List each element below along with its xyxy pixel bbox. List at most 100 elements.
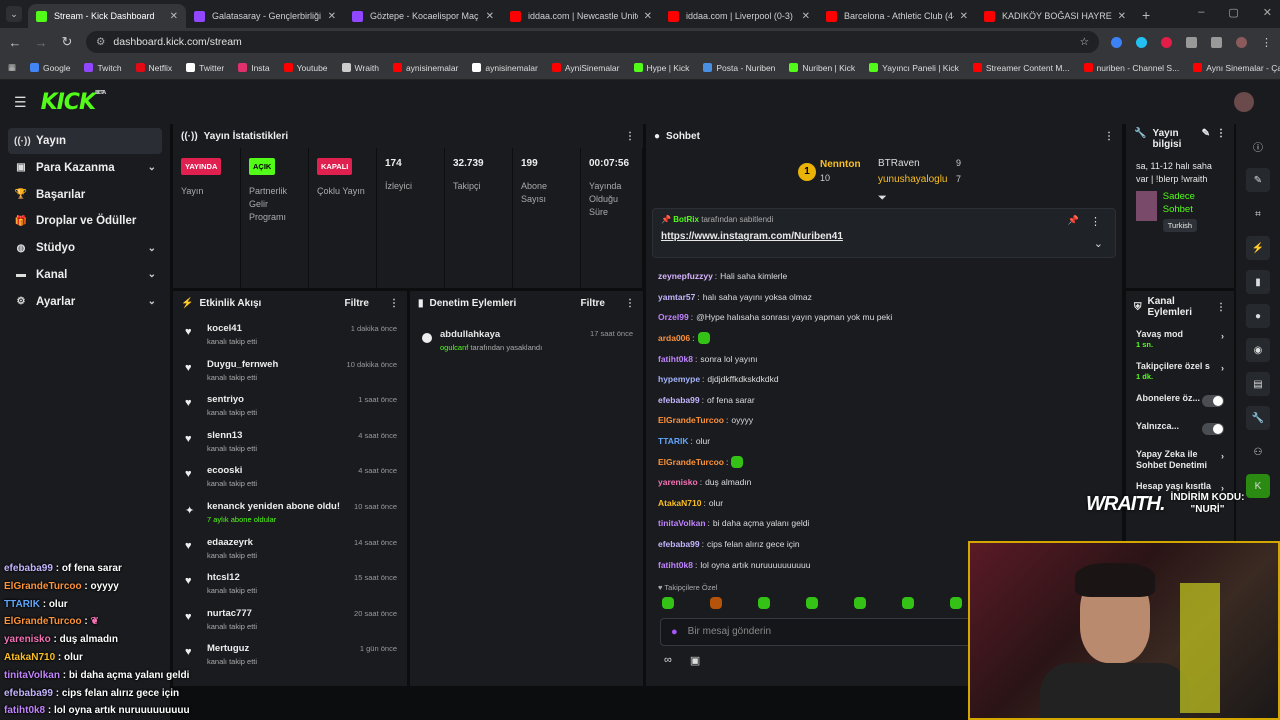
menu-dots-icon[interactable]: ⋮ [1261, 36, 1272, 49]
chat-message[interactable]: AtakaN710: olur [646, 493, 1122, 514]
emote[interactable] [662, 596, 674, 609]
bookmark-item[interactable]: Streamer Content M... [972, 63, 1070, 73]
info-icon[interactable]: ⓘ [1246, 134, 1270, 158]
browser-tab[interactable]: Göztepe - Kocaelispor Maç Öz ✕ [344, 4, 502, 28]
moderation-filter-button[interactable]: Filtre [581, 298, 605, 309]
store-icon[interactable]: ▣ [690, 654, 700, 667]
pinned-menu-icon[interactable]: ⋮ [1090, 215, 1101, 228]
tab-search-button[interactable]: ⌄ [6, 6, 22, 22]
sidebar-item-channel[interactable]: ▬ Kanal ⌄ [8, 262, 162, 288]
sidebar-item-money[interactable]: ▣ Para Kazanma ⌄ [8, 155, 162, 181]
media-icon[interactable] [1211, 36, 1222, 48]
chevron-down-icon[interactable]: ⌄ [148, 243, 156, 254]
browser-tab[interactable]: KADIKÖY BOĞASI HAYRETTİN ✕ [976, 4, 1134, 28]
chevron-down-icon[interactable]: ⌄ [1094, 237, 1103, 250]
scan-icon[interactable]: ⌗ [1246, 202, 1270, 226]
bolt-icon[interactable]: ⚡ [1246, 236, 1270, 260]
collapse-icon[interactable]: ⏷ [878, 192, 887, 205]
activity-menu-button[interactable]: ⋮ [389, 298, 399, 309]
bookmark-item[interactable]: Twitter [186, 63, 224, 73]
tab-close-icon[interactable]: ✕ [960, 11, 968, 22]
chat-message[interactable]: yamtar57: halı saha yayını yoksa olmaz [646, 287, 1122, 308]
bookmark-item[interactable]: Aynı Sinemalar - Ça... [1193, 63, 1280, 73]
bookmark-item[interactable]: AyniSinemalar [551, 63, 620, 73]
chat-message[interactable]: ElGrandeTurcoo: [646, 451, 1122, 472]
file-icon[interactable]: ▮ [1246, 270, 1270, 294]
browser-tab[interactable]: iddaa.com | Liverpool (0-3) Not ✕ [660, 4, 818, 28]
activity-item[interactable]: ♥ sentriyo kanalı takip etti 1 saat önce [173, 389, 407, 425]
chat-username[interactable]: efebaba99 [658, 539, 700, 549]
sidebar-item-gift[interactable]: 🎁 Droplar ve Ödüller [8, 208, 162, 234]
chat-username[interactable]: yarenisko [658, 477, 698, 487]
bookmark-item[interactable]: Insta [238, 63, 270, 73]
extension-icon[interactable] [1111, 36, 1122, 48]
extension-icon[interactable] [1136, 36, 1147, 48]
chat-message[interactable]: zeynepfuzzyy: Hali saha kimlerle [646, 266, 1122, 287]
chevron-down-icon[interactable]: ⌄ [148, 269, 156, 280]
users-icon[interactable]: ⚇ [1246, 440, 1270, 464]
hamburger-icon[interactable]: ☰ [14, 94, 27, 111]
toggle-switch[interactable] [1202, 423, 1224, 435]
chat-message[interactable]: Orzel99: @Hype halısaha sonrası yayın yap… [646, 307, 1122, 328]
chevron-down-icon[interactable]: ⌄ [148, 296, 156, 307]
bookmark-item[interactable]: Nuriben | Kick [789, 63, 855, 73]
chevron-down-icon[interactable]: ⌄ [148, 162, 156, 173]
apps-icon[interactable]: ▦ [8, 62, 16, 73]
unpin-icon[interactable]: 📌 [1068, 215, 1079, 226]
site-info-icon[interactable]: ⚙ [96, 36, 105, 48]
activity-item[interactable]: ♥ ecooski kanalı takip etti 4 saat önce [173, 460, 407, 496]
user-avatar[interactable] [1234, 92, 1254, 112]
chat-message[interactable]: efebaba99: of fena sarar [646, 390, 1122, 411]
edit-icon[interactable]: ✎ [1202, 128, 1210, 139]
channel-action-item[interactable]: Yalnızca... [1126, 415, 1234, 443]
chat-message[interactable]: arda006: [646, 328, 1122, 349]
chat-message[interactable]: TTARIK: olur [646, 431, 1122, 452]
emote[interactable] [710, 596, 722, 609]
channel-action-item[interactable]: Takipçilere özel s1 dk. › [1126, 355, 1234, 387]
chat-username[interactable]: tinitaVolkan [658, 518, 706, 528]
profile-icon[interactable] [1236, 36, 1247, 48]
channel-action-item[interactable]: Yavaş mod 1 sn. › [1126, 323, 1234, 355]
chat-username[interactable]: yamtar57 [658, 292, 695, 302]
moderation-item[interactable]: abdullahkaya ogulcanf tarafından yasakla… [410, 315, 643, 352]
chat-username[interactable]: hypemype [658, 374, 700, 384]
edit-icon[interactable]: ✎ [1246, 168, 1270, 192]
browser-tab[interactable]: Stream - Kick Dashboard ✕ [28, 4, 186, 28]
emote[interactable] [854, 596, 866, 609]
chat-menu-button[interactable]: ⋮ [1104, 131, 1114, 142]
tab-close-icon[interactable]: ✕ [486, 11, 494, 22]
new-tab-button[interactable]: + [1142, 7, 1150, 23]
close-window-button[interactable]: ✕ [1263, 6, 1272, 19]
mic-icon[interactable]: ● [671, 626, 678, 638]
browser-tab[interactable]: Barcelona - Athletic Club (4-0) ✕ [818, 4, 976, 28]
minimize-button[interactable]: – [1198, 6, 1204, 19]
tab-close-icon[interactable]: ✕ [644, 11, 652, 22]
channel-action-item[interactable]: Abonelere öz... [1126, 387, 1234, 415]
sidebar-item-gear[interactable]: ⚙ Ayarlar ⌄ [8, 289, 162, 315]
chat-username[interactable]: AtakaN710 [658, 498, 701, 508]
chat-message[interactable]: ElGrandeTurcoo: oyyyy [646, 410, 1122, 431]
stream-info-menu[interactable]: ⋮ [1216, 128, 1226, 139]
chevron-right-icon[interactable]: › [1221, 363, 1224, 374]
pinned-link[interactable]: https://www.instagram.com/Nuriben41 [661, 231, 1107, 242]
activity-item[interactable]: ♥ Duygu_fernweh kanalı takip etti 10 dakika… [173, 354, 407, 390]
activity-item[interactable]: ♥ kocel41 kanalı takip etti 1 dakika önce [173, 318, 407, 354]
chat-username[interactable]: efebaba99 [658, 395, 700, 405]
moderation-menu-button[interactable]: ⋮ [625, 298, 635, 309]
bookmark-item[interactable]: Youtube [283, 63, 328, 73]
reload-icon[interactable]: ↻ [60, 34, 74, 50]
tab-close-icon[interactable]: ✕ [170, 11, 178, 22]
chevron-right-icon[interactable]: › [1221, 451, 1224, 462]
sidebar-item-trophy[interactable]: 🏆 Başarılar [8, 182, 162, 208]
channel-actions-menu[interactable]: ⋮ [1216, 302, 1226, 313]
bookmark-item[interactable]: Netflix [135, 63, 172, 73]
category-name[interactable]: Sadece Sohbet [1163, 191, 1224, 216]
chat-username[interactable]: zeynepfuzzyy [658, 271, 713, 281]
emote[interactable] [902, 596, 914, 609]
extension-icon[interactable] [1161, 36, 1172, 48]
emote[interactable] [758, 596, 770, 609]
bookmark-item[interactable]: Yayıncı Paneli | Kick [869, 63, 959, 73]
bookmark-item[interactable]: Twitch [84, 63, 122, 73]
activity-item[interactable]: ♥ slenn13 kanalı takip etti 4 saat önce [173, 425, 407, 461]
bookmark-item[interactable]: nuriben - Channel S... [1083, 63, 1179, 73]
